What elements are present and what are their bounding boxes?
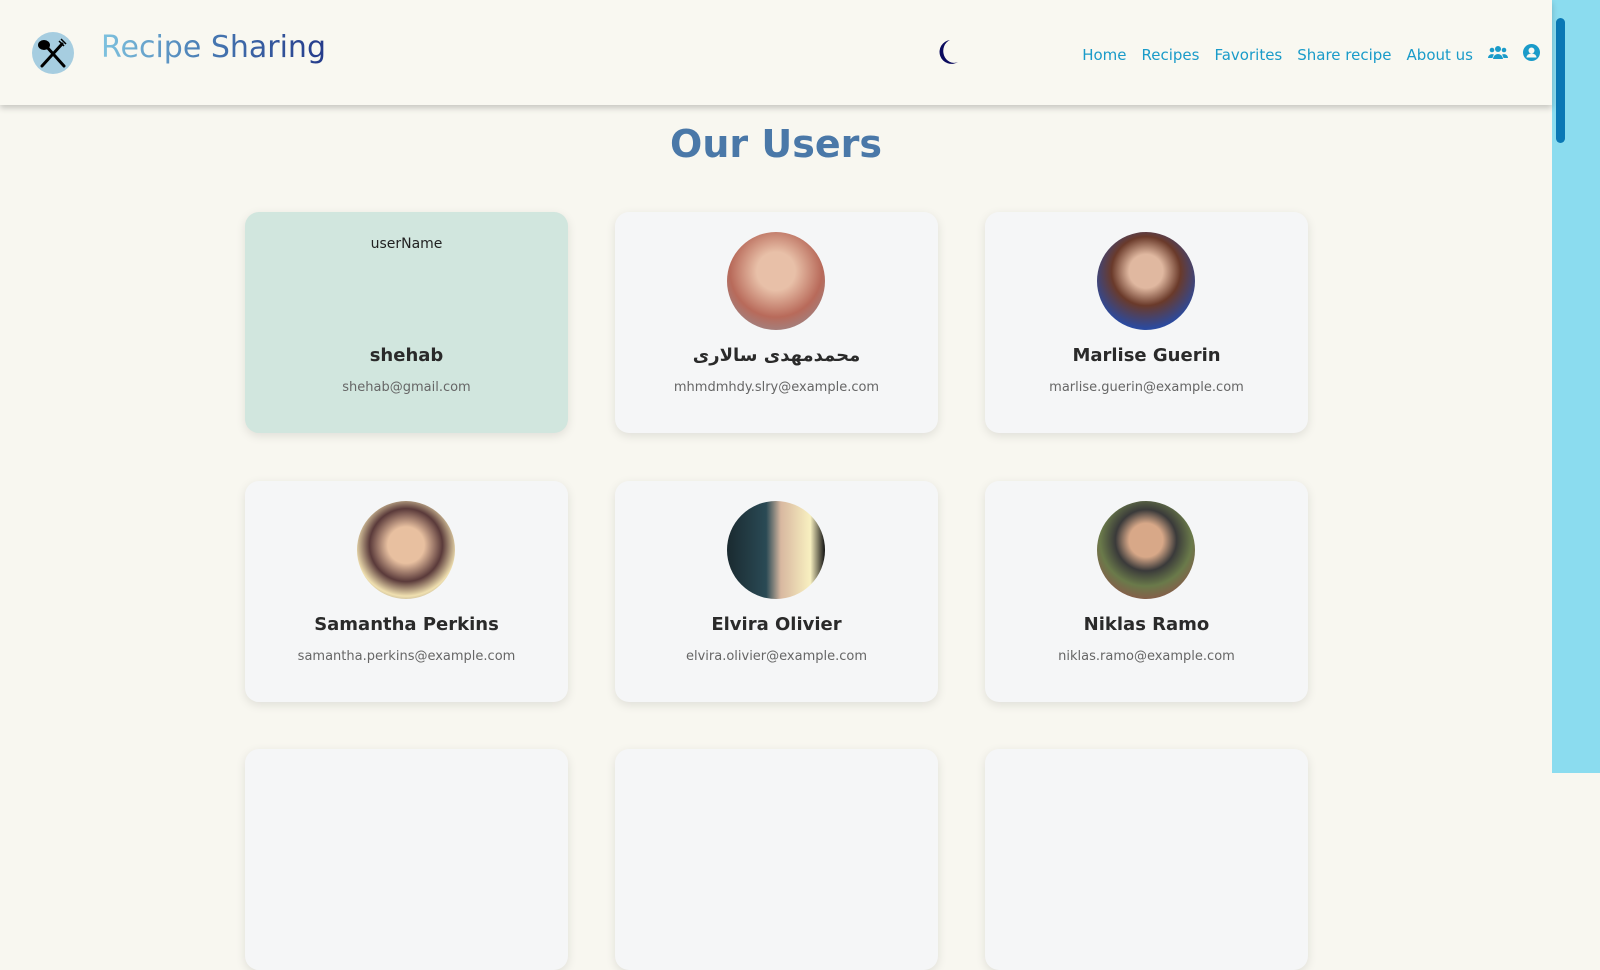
scrollbar-thumb[interactable] bbox=[1556, 18, 1565, 143]
nav-recipes[interactable]: Recipes bbox=[1142, 46, 1200, 64]
user-card[interactable]: Elvira Olivier elvira.olivier@example.co… bbox=[615, 481, 938, 702]
page-title: Our Users bbox=[670, 122, 882, 166]
user-email: elvira.olivier@example.com bbox=[685, 649, 868, 664]
user-name: Elvira Olivier bbox=[711, 614, 842, 635]
nav-about-us[interactable]: About us bbox=[1407, 46, 1473, 64]
user-avatar bbox=[357, 501, 455, 599]
user-card[interactable]: Samantha Perkins samantha.perkins@exampl… bbox=[245, 481, 568, 702]
user-email: marlise.guerin@example.com bbox=[1049, 380, 1244, 395]
user-avatar bbox=[727, 232, 825, 330]
nav-favorites[interactable]: Favorites bbox=[1214, 46, 1282, 64]
user-avatar bbox=[727, 501, 825, 599]
dark-mode-moon-icon[interactable] bbox=[934, 38, 960, 70]
user-card[interactable]: Niklas Ramo niklas.ramo@example.com bbox=[985, 481, 1308, 702]
user-name: shehab bbox=[369, 345, 444, 366]
user-card[interactable] bbox=[615, 749, 938, 970]
header: Recipe Sharing Home Recipes Favorites Sh… bbox=[0, 0, 1552, 105]
user-profile-icon[interactable] bbox=[1523, 44, 1540, 65]
user-card[interactable]: محمدمهدی سالاری mhmdmhdy.slry@example.co… bbox=[615, 212, 938, 433]
user-name: Niklas Ramo bbox=[1083, 614, 1210, 635]
broken-avatar-image: userName bbox=[370, 236, 443, 252]
user-name: Samantha Perkins bbox=[314, 614, 499, 635]
user-card[interactable]: userName shehab shehab@gmail.com bbox=[245, 212, 568, 433]
main-nav: Home Recipes Favorites Share recipe Abou… bbox=[1082, 44, 1540, 65]
user-email: niklas.ramo@example.com bbox=[1058, 649, 1235, 664]
nav-share-recipe[interactable]: Share recipe bbox=[1297, 46, 1391, 64]
nav-home[interactable]: Home bbox=[1082, 46, 1126, 64]
user-name: محمدمهدی سالاری bbox=[692, 345, 861, 366]
users-icon[interactable] bbox=[1488, 45, 1508, 65]
user-name: Marlise Guerin bbox=[1072, 345, 1221, 366]
fork-spoon-logo-icon[interactable] bbox=[32, 32, 74, 74]
user-email: shehab@gmail.com bbox=[342, 380, 471, 395]
user-email: samantha.perkins@example.com bbox=[297, 649, 516, 664]
user-card[interactable]: Marlise Guerin marlise.guerin@example.co… bbox=[985, 212, 1308, 433]
user-card[interactable] bbox=[985, 749, 1308, 970]
brand-title[interactable]: Recipe Sharing bbox=[101, 30, 326, 65]
window-edge bbox=[1568, 0, 1600, 773]
user-avatar bbox=[1097, 501, 1195, 599]
user-avatar bbox=[1097, 232, 1195, 330]
user-card[interactable] bbox=[245, 749, 568, 970]
user-email: mhmdmhdy.slry@example.com bbox=[673, 380, 880, 395]
